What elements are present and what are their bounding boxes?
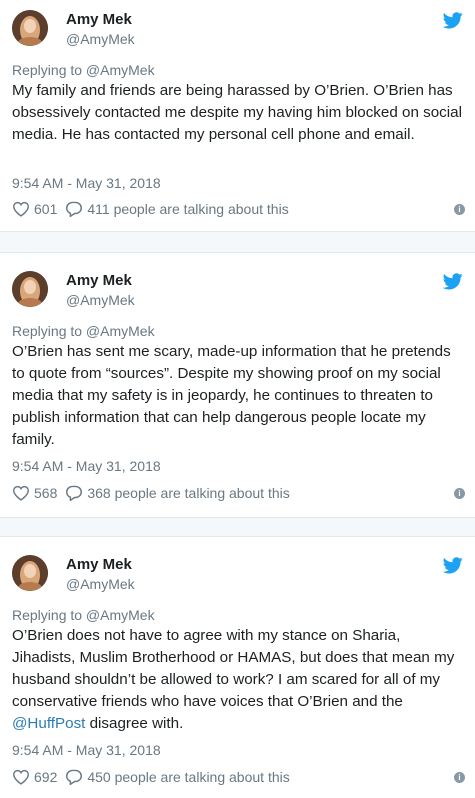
tweet-actions: 601 411 people are talking about this	[12, 201, 297, 217]
like-count: 692	[34, 769, 58, 785]
heart-icon	[12, 201, 30, 217]
like-button[interactable]: 568	[12, 485, 57, 501]
replying-to[interactable]: Replying to @AmyMek	[12, 606, 155, 624]
info-icon[interactable]: i	[454, 204, 465, 215]
info-icon[interactable]: i	[454, 488, 465, 499]
replying-to[interactable]: Replying to @AmyMek	[12, 322, 155, 340]
heart-icon	[12, 485, 30, 501]
avatar[interactable]	[12, 555, 48, 591]
tweet-text-part: O’Brien does not have to agree with my s…	[12, 627, 455, 710]
tweet-text-part: O’Brien has sent me scary, made-up infor…	[12, 343, 451, 448]
tweet-timestamp[interactable]: 9:54 AM - May 31, 2018	[12, 741, 161, 759]
tweet-timestamp[interactable]: 9:54 AM - May 31, 2018	[12, 457, 161, 475]
tweet-header: Amy Mek @AmyMek	[12, 271, 135, 311]
reply-button[interactable]: 450 people are talking about this	[65, 769, 290, 785]
info-icon[interactable]: i	[454, 772, 465, 783]
tweet-text-part: My family and friends are being harassed…	[12, 82, 462, 143]
tweet-card[interactable]: Amy Mek @AmyMek Replying to @AmyMek My f…	[0, 0, 475, 232]
tweet-timestamp[interactable]: 9:54 AM - May 31, 2018	[12, 174, 161, 192]
tweet-header: Amy Mek @AmyMek	[12, 10, 135, 50]
speech-bubble-icon	[66, 769, 83, 785]
replying-to[interactable]: Replying to @AmyMek	[12, 61, 155, 79]
author-name[interactable]: Amy Mek	[66, 556, 135, 574]
reply-button[interactable]: 411 people are talking about this	[65, 201, 289, 217]
twitter-bird-icon[interactable]	[443, 557, 463, 574]
talking-count: 450 people are talking about this	[87, 769, 290, 785]
avatar[interactable]	[12, 10, 48, 46]
twitter-bird-icon[interactable]	[443, 12, 463, 29]
speech-bubble-icon	[66, 201, 83, 217]
tweet-card[interactable]: Amy Mek @AmyMek Replying to @AmyMek O’Br…	[0, 252, 475, 518]
twitter-bird-icon[interactable]	[443, 273, 463, 290]
talking-count: 411 people are talking about this	[87, 201, 289, 217]
author-name[interactable]: Amy Mek	[66, 11, 135, 29]
like-count: 601	[34, 201, 58, 217]
tweet-header: Amy Mek @AmyMek	[12, 555, 135, 595]
like-button[interactable]: 601	[12, 201, 57, 217]
tweet-text: My family and friends are being harassed…	[12, 80, 467, 146]
tweet-text-part: disagree with.	[85, 715, 184, 732]
mention-link[interactable]: @HuffPost	[12, 715, 85, 732]
heart-icon	[12, 769, 30, 785]
tweet-card[interactable]: Amy Mek @AmyMek Replying to @AmyMek O’Br…	[0, 536, 475, 798]
tweet-actions: 568 368 people are talking about this	[12, 485, 298, 501]
tweet-text: O’Brien does not have to agree with my s…	[12, 625, 467, 735]
author-handle[interactable]: @AmyMek	[66, 30, 135, 48]
tweet-actions: 692 450 people are talking about this	[12, 769, 298, 785]
feed-separator	[0, 518, 475, 536]
author-handle[interactable]: @AmyMek	[66, 291, 135, 309]
avatar[interactable]	[12, 271, 48, 307]
talking-count: 368 people are talking about this	[87, 485, 290, 501]
author-handle[interactable]: @AmyMek	[66, 575, 135, 593]
tweet-feed: Amy Mek @AmyMek Replying to @AmyMek My f…	[0, 0, 475, 798]
reply-button[interactable]: 368 people are talking about this	[65, 485, 290, 501]
like-count: 568	[34, 485, 58, 501]
tweet-text: O’Brien has sent me scary, made-up infor…	[12, 341, 467, 451]
feed-separator	[0, 232, 475, 252]
like-button[interactable]: 692	[12, 769, 57, 785]
speech-bubble-icon	[66, 485, 83, 501]
author-name[interactable]: Amy Mek	[66, 272, 135, 290]
